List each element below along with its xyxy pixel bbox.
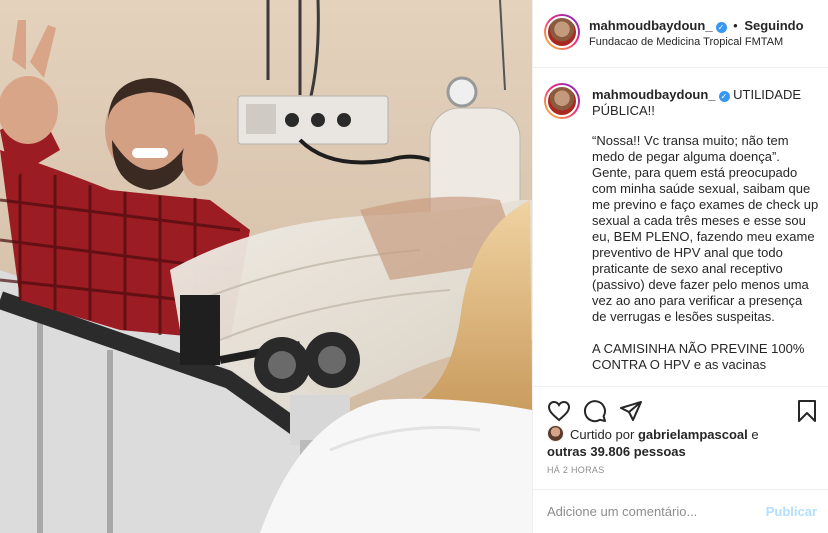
liked-by-prefix: Curtido por xyxy=(570,427,635,442)
liker-avatar[interactable] xyxy=(547,425,564,442)
verified-badge-icon: ✓ xyxy=(718,91,730,102)
post-location[interactable]: Fundacao de Medicina Tropical FMTAM xyxy=(589,36,823,48)
caption-area[interactable]: mahmoudbaydoun_ ✓ UTILIDADE PÚBLICA!! “No… xyxy=(533,69,828,386)
comment-icon[interactable] xyxy=(583,399,607,423)
caption-paragraph: “Nossa!! Vc transa muito; não tem medo d… xyxy=(592,133,819,324)
caption-author-avatar[interactable] xyxy=(544,83,580,119)
likes-count-link[interactable]: outras 39.806 pessoas xyxy=(547,444,686,459)
liked-conjunction: e xyxy=(751,427,759,442)
likes-summary: Curtido por gabrielampascoal e outras 39… xyxy=(547,425,823,460)
separator-dot: • xyxy=(733,18,738,33)
author-avatar[interactable] xyxy=(544,14,580,50)
caption-paragraph: A CAMISINHA NÃO PREVINE 100% CONTRA O HP… xyxy=(592,341,805,372)
post-photo[interactable] xyxy=(0,0,532,533)
heart-icon[interactable] xyxy=(547,399,571,423)
share-icon[interactable] xyxy=(619,399,643,423)
caption-username[interactable]: mahmoudbaydoun_ xyxy=(592,87,716,102)
liker-username[interactable]: gabrielampascoal xyxy=(638,427,748,442)
comment-bar: Adicione um comentário... Publicar xyxy=(533,489,828,533)
follow-status-button[interactable]: Seguindo xyxy=(744,18,803,33)
post-side-panel: mahmoudbaydoun_ ✓ • Seguindo Fundacao de … xyxy=(532,0,828,533)
verified-badge-icon: ✓ xyxy=(715,22,727,33)
post-header: mahmoudbaydoun_ ✓ • Seguindo Fundacao de … xyxy=(533,0,828,68)
post-timestamp[interactable]: HÁ 2 HORAS xyxy=(547,465,605,475)
publish-button[interactable]: Publicar xyxy=(766,504,817,519)
comment-input[interactable]: Adicione um comentário... xyxy=(547,504,697,519)
caption-first-line: mahmoudbaydoun_ ✓ UTILIDADE PÚBLICA!! xyxy=(592,87,816,119)
bookmark-icon[interactable] xyxy=(795,399,819,423)
author-username[interactable]: mahmoudbaydoun_ xyxy=(589,18,713,33)
post-photo-image xyxy=(0,0,532,533)
caption-body: “Nossa!! Vc transa muito; não tem medo d… xyxy=(592,133,820,386)
